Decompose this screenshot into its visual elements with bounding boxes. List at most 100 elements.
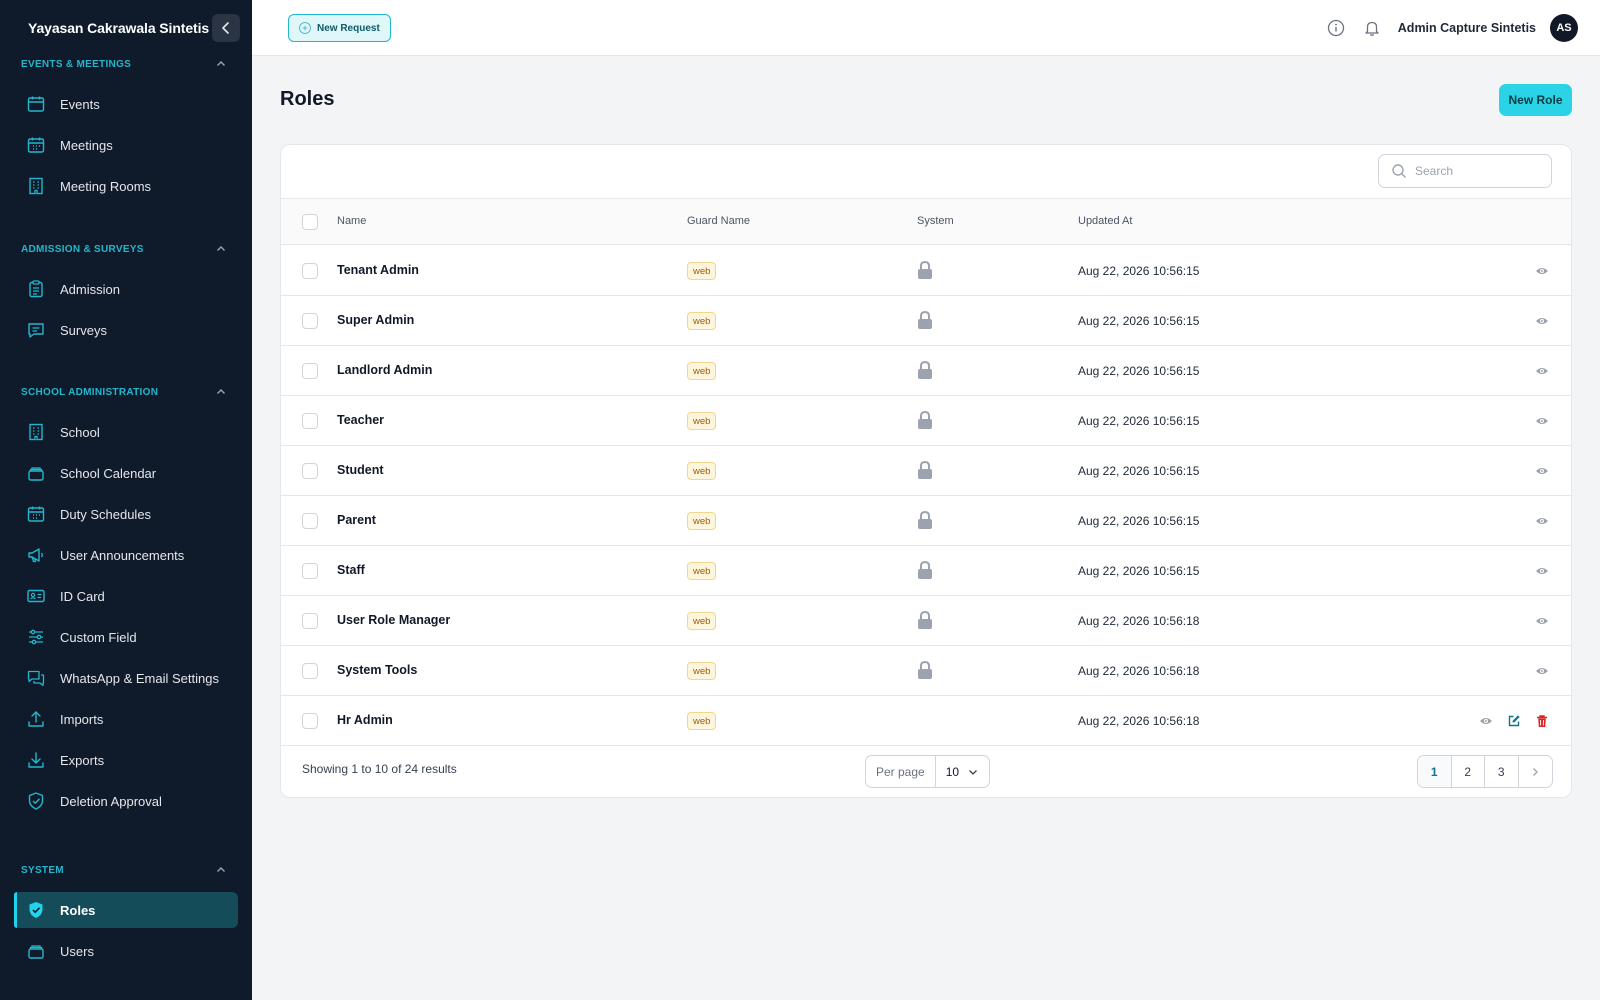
row-checkbox[interactable] bbox=[302, 513, 318, 529]
table-row[interactable]: Super Admin web Aug 22, 2026 10:56:15 bbox=[281, 296, 1571, 346]
table-row[interactable]: Student web Aug 22, 2026 10:56:15 bbox=[281, 446, 1571, 496]
table-header: Name Guard Name System Updated At bbox=[281, 198, 1571, 245]
search-input[interactable] bbox=[1415, 164, 1535, 178]
page-1-button[interactable]: 1 bbox=[1418, 756, 1452, 787]
group-school-administration[interactable]: SCHOOL ADMINISTRATION bbox=[0, 382, 252, 402]
edit-icon[interactable] bbox=[1506, 713, 1522, 729]
view-icon[interactable] bbox=[1478, 713, 1494, 729]
table-row[interactable]: Hr Admin web Aug 22, 2026 10:56:18 bbox=[281, 696, 1571, 746]
sidebar-item-meetings[interactable]: Meetings bbox=[14, 127, 238, 163]
chevron-left-icon bbox=[222, 21, 229, 34]
table-row[interactable]: Tenant Admin web Aug 22, 2026 10:56:15 bbox=[281, 246, 1571, 296]
sidebar-item-roles[interactable]: Roles bbox=[14, 892, 238, 928]
table-row[interactable]: Staff web Aug 22, 2026 10:56:15 bbox=[281, 546, 1571, 596]
new-role-button[interactable]: New Role bbox=[1499, 84, 1572, 116]
table-row[interactable]: Teacher web Aug 22, 2026 10:56:15 bbox=[281, 396, 1571, 446]
avatar[interactable]: AS bbox=[1550, 14, 1578, 42]
view-icon[interactable] bbox=[1534, 463, 1550, 479]
page-3-button[interactable]: 3 bbox=[1485, 756, 1519, 787]
group-admission-surveys[interactable]: ADMISSION & SURVEYS bbox=[0, 239, 252, 259]
sidebar-item-admission[interactable]: Admission bbox=[14, 271, 238, 307]
topbar: + New Request Admin Capture Sintetis AS bbox=[252, 0, 1600, 56]
next-page-button[interactable] bbox=[1519, 756, 1553, 787]
sidebar-item-deletion-approval[interactable]: Deletion Approval bbox=[14, 783, 238, 819]
row-checkbox[interactable] bbox=[302, 713, 318, 729]
sidebar-item-meeting-rooms[interactable]: Meeting Rooms bbox=[14, 168, 238, 204]
row-checkbox[interactable] bbox=[302, 413, 318, 429]
sidebar-item-school-calendar[interactable]: School Calendar bbox=[14, 455, 238, 491]
info-icon[interactable] bbox=[1326, 18, 1346, 38]
guard-badge: web bbox=[687, 362, 717, 380]
group-system[interactable]: SYSTEM bbox=[0, 860, 252, 880]
sidebar-item-label: Imports bbox=[60, 711, 104, 727]
clipboard-icon bbox=[26, 279, 46, 299]
row-checkbox[interactable] bbox=[302, 563, 318, 579]
guard-badge: web bbox=[687, 712, 717, 730]
view-icon[interactable] bbox=[1534, 413, 1550, 429]
sidebar-item-id-card[interactable]: ID Card bbox=[14, 578, 238, 614]
sidebar-item-label: User Announcements bbox=[60, 547, 185, 563]
updated-at: Aug 22, 2026 10:56:15 bbox=[1078, 314, 1200, 328]
role-name: Tenant Admin bbox=[337, 263, 419, 277]
select-all-checkbox[interactable] bbox=[302, 214, 318, 230]
lock-icon bbox=[917, 510, 933, 530]
sidebar-item-school[interactable]: School bbox=[14, 414, 238, 450]
column-header-updated-at[interactable]: Updated At bbox=[1078, 215, 1132, 227]
sidebar-item-user-announcements[interactable]: User Announcements bbox=[14, 537, 238, 573]
column-header-name[interactable]: Name bbox=[337, 215, 366, 227]
delete-icon[interactable] bbox=[1534, 713, 1550, 729]
view-icon[interactable] bbox=[1534, 363, 1550, 379]
table-row[interactable]: User Role Manager web Aug 22, 2026 10:56:1… bbox=[281, 596, 1571, 646]
table-row[interactable]: Landlord Admin web Aug 22, 2026 10:56:15 bbox=[281, 346, 1571, 396]
group-label: ADMISSION & SURVEYS bbox=[21, 243, 144, 255]
chevron-up-icon bbox=[217, 246, 225, 251]
table-row[interactable]: Parent web Aug 22, 2026 10:56:15 bbox=[281, 496, 1571, 546]
row-checkbox[interactable] bbox=[302, 313, 318, 329]
id-card-icon bbox=[26, 586, 46, 606]
view-icon[interactable] bbox=[1534, 563, 1550, 579]
sidebar-collapse-button[interactable] bbox=[212, 13, 240, 42]
building-icon bbox=[26, 422, 46, 442]
sidebar-item-custom-field[interactable]: Custom Field bbox=[14, 619, 238, 655]
row-checkbox[interactable] bbox=[302, 463, 318, 479]
stack-icon bbox=[26, 463, 46, 483]
column-header-system[interactable]: System bbox=[917, 215, 954, 227]
view-icon[interactable] bbox=[1534, 513, 1550, 529]
lock-icon bbox=[917, 260, 933, 280]
sidebar-item-surveys[interactable]: Surveys bbox=[14, 312, 238, 348]
sidebar-item-whatsapp-email-settings[interactable]: WhatsApp & Email Settings bbox=[14, 660, 238, 696]
row-checkbox[interactable] bbox=[302, 663, 318, 679]
sidebar-item-duty-schedules[interactable]: Duty Schedules bbox=[14, 496, 238, 532]
lock-icon bbox=[917, 410, 933, 430]
sidebar-item-events[interactable]: Events bbox=[14, 86, 238, 122]
group-events-meetings[interactable]: EVENTS & MEETINGS bbox=[0, 54, 252, 74]
view-icon[interactable] bbox=[1534, 263, 1550, 279]
sidebar-item-users[interactable]: Users bbox=[14, 933, 238, 969]
column-header-guard-name[interactable]: Guard Name bbox=[687, 215, 750, 227]
row-checkbox[interactable] bbox=[302, 363, 318, 379]
view-icon[interactable] bbox=[1534, 313, 1550, 329]
sidebar-item-imports[interactable]: Imports bbox=[14, 701, 238, 737]
megaphone-icon bbox=[26, 545, 46, 565]
per-page-value[interactable]: 10 bbox=[936, 756, 989, 787]
new-request-button[interactable]: + New Request bbox=[288, 14, 391, 42]
sidebar-item-exports[interactable]: Exports bbox=[14, 742, 238, 778]
plus-circle-icon: + bbox=[299, 22, 311, 34]
row-checkbox[interactable] bbox=[302, 263, 318, 279]
page-2-button[interactable]: 2 bbox=[1452, 756, 1485, 787]
bell-icon[interactable] bbox=[1362, 18, 1382, 38]
lock-icon bbox=[917, 660, 933, 680]
roles-table-card: Name Guard Name System Updated At Tenant… bbox=[280, 144, 1572, 798]
table-row[interactable]: System Tools web Aug 22, 2026 10:56:18 bbox=[281, 646, 1571, 696]
calendar-icon bbox=[26, 94, 46, 114]
view-icon[interactable] bbox=[1534, 613, 1550, 629]
role-name: Student bbox=[337, 463, 384, 477]
role-name: System Tools bbox=[337, 663, 418, 677]
sidebar-item-label: Admission bbox=[60, 281, 120, 297]
user-name[interactable]: Admin Capture Sintetis bbox=[1398, 21, 1536, 35]
updated-at: Aug 22, 2026 10:56:15 bbox=[1078, 464, 1200, 478]
per-page-select[interactable]: Per page 10 bbox=[865, 755, 991, 788]
view-icon[interactable] bbox=[1534, 663, 1550, 679]
sidebar-item-label: Deletion Approval bbox=[60, 793, 162, 809]
row-checkbox[interactable] bbox=[302, 613, 318, 629]
